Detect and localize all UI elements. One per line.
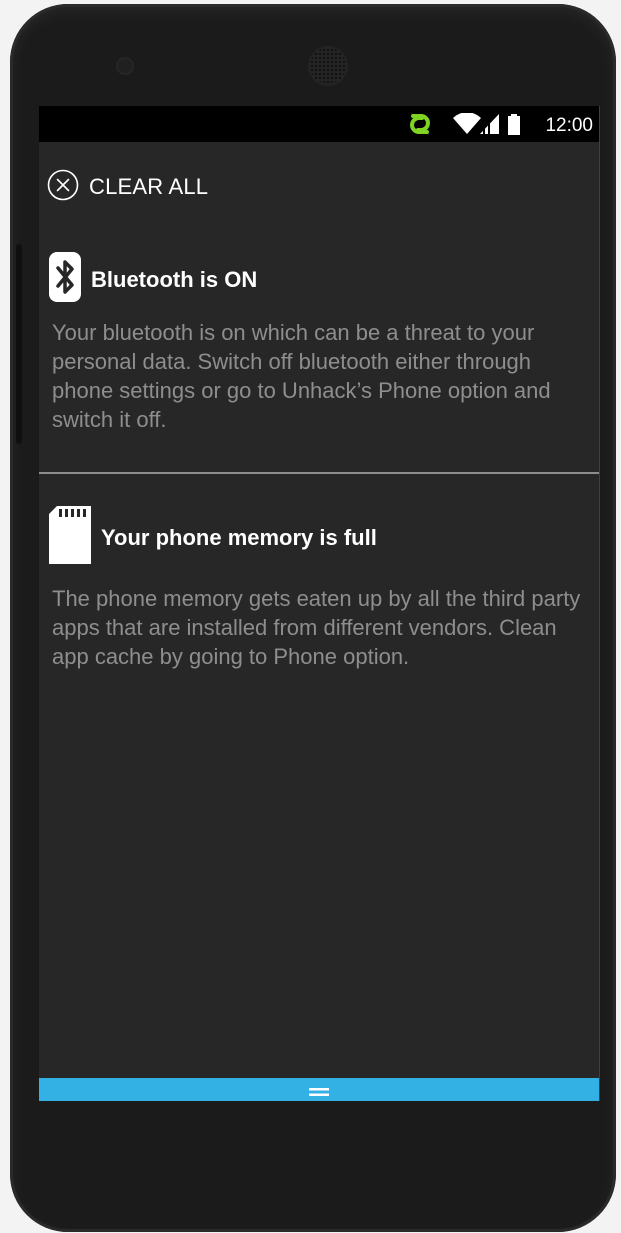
screen: 12:00 CLEAR ALL Bluetooth is ON Your blu… <box>39 106 600 1101</box>
front-camera <box>118 59 132 73</box>
notification-header: Your phone memory is full <box>49 506 377 569</box>
notification-title: Bluetooth is ON <box>91 266 258 292</box>
notification-title: Your phone memory is full <box>101 524 377 550</box>
clear-all-button[interactable]: CLEAR ALL <box>47 169 209 206</box>
notification-body: The phone memory gets eaten up by all th… <box>52 586 581 669</box>
status-bar: 12:00 <box>39 106 599 142</box>
earpiece-speaker <box>310 48 346 84</box>
notification-body: Your bluetooth is on which can be a thre… <box>52 320 551 432</box>
wifi-icon <box>453 112 481 140</box>
status-time: 12:00 <box>545 115 593 136</box>
side-volume-button <box>16 244 22 444</box>
signal-icon <box>479 113 501 140</box>
battery-icon <box>508 114 520 140</box>
sync-link-icon <box>405 112 435 141</box>
close-circle-icon <box>47 169 79 206</box>
divider <box>39 472 599 474</box>
sd-card-icon <box>49 506 91 569</box>
bottom-drawer-handle[interactable] <box>39 1078 599 1101</box>
bluetooth-icon <box>49 252 81 307</box>
drag-handle-icon <box>309 1084 329 1096</box>
clear-all-label: CLEAR ALL <box>89 174 209 199</box>
phone-frame: 12:00 CLEAR ALL Bluetooth is ON Your blu… <box>10 4 616 1232</box>
notification-header: Bluetooth is ON <box>49 252 257 307</box>
